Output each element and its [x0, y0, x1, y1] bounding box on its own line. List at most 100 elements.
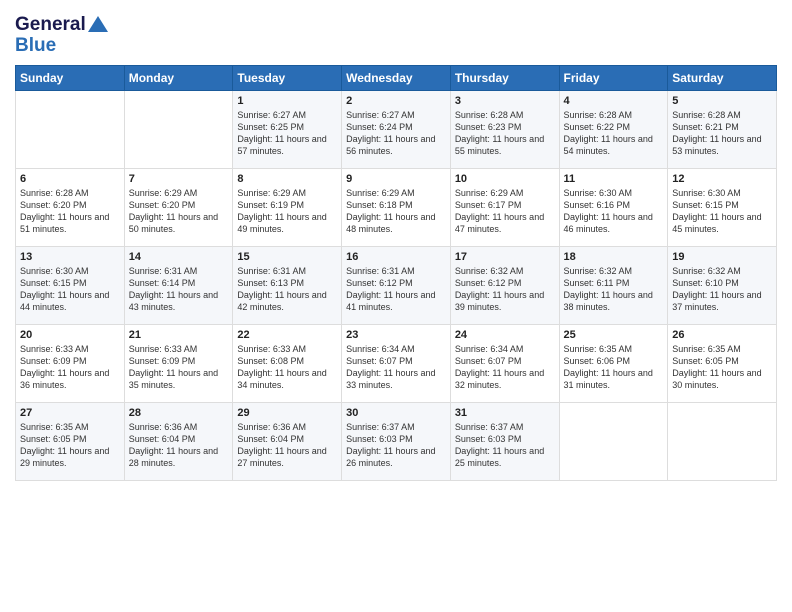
day-number: 19 — [672, 251, 772, 263]
header-day-saturday: Saturday — [668, 65, 777, 90]
header-day-wednesday: Wednesday — [342, 65, 451, 90]
day-number: 10 — [455, 173, 555, 185]
calendar-cell: 19 Sunrise: 6:32 AMSunset: 6:10 PMDayligh… — [668, 246, 777, 324]
day-number: 11 — [564, 173, 664, 185]
header-day-sunday: Sunday — [16, 65, 125, 90]
calendar-cell: 31 Sunrise: 6:37 AMSunset: 6:03 PMDayligh… — [450, 402, 559, 480]
calendar-cell: 29Sunrise: 6:36 AMSunset: 6:04 PMDayligh… — [233, 402, 342, 480]
day-number: 28 — [129, 407, 229, 419]
day-number: 30 — [346, 407, 446, 419]
calendar-cell — [668, 402, 777, 480]
header: General Blue — [15, 10, 777, 57]
calendar-cell: 16 Sunrise: 6:31 AMSunset: 6:12 PMDayligh… — [342, 246, 451, 324]
day-number: 12 — [672, 173, 772, 185]
cell-details: Sunrise: 6:30 AMSunset: 6:15 PMDaylight:… — [672, 187, 772, 236]
cell-details: Sunrise: 6:37 AMSunset: 6:03 PMDaylight:… — [346, 421, 446, 470]
cell-details: Sunrise: 6:28 AMSunset: 6:21 PMDaylight:… — [672, 109, 772, 158]
calendar-cell: 26 Sunrise: 6:35 AMSunset: 6:05 PMDayligh… — [668, 324, 777, 402]
calendar-cell: 30 Sunrise: 6:37 AMSunset: 6:03 PMDayligh… — [342, 402, 451, 480]
cell-details: Sunrise: 6:30 AMSunset: 6:16 PMDaylight:… — [564, 187, 664, 236]
cell-details: Sunrise: 6:33 AMSunset: 6:09 PMDaylight:… — [20, 343, 120, 392]
day-number: 2 — [346, 95, 446, 107]
day-number: 3 — [455, 95, 555, 107]
calendar-cell: 13 Sunrise: 6:30 AMSunset: 6:15 PMDayligh… — [16, 246, 125, 324]
calendar-cell: 3 Sunrise: 6:28 AMSunset: 6:23 PMDaylight… — [450, 90, 559, 168]
calendar-cell: 5Sunrise: 6:28 AMSunset: 6:21 PMDaylight… — [668, 90, 777, 168]
calendar-cell: 4Sunrise: 6:28 AMSunset: 6:22 PMDaylight… — [559, 90, 668, 168]
calendar-cell: 11 Sunrise: 6:30 AMSunset: 6:16 PMDayligh… — [559, 168, 668, 246]
cell-details: Sunrise: 6:32 AMSunset: 6:12 PMDaylight:… — [455, 265, 555, 314]
calendar-cell — [124, 90, 233, 168]
header-day-tuesday: Tuesday — [233, 65, 342, 90]
cell-details: Sunrise: 6:37 AMSunset: 6:03 PMDaylight:… — [455, 421, 555, 470]
calendar-cell: 9Sunrise: 6:29 AMSunset: 6:18 PMDaylight… — [342, 168, 451, 246]
main-container: General Blue SundayMondayTuesdayWednesda… — [0, 0, 792, 491]
logo: General Blue — [15, 10, 108, 57]
calendar-cell: 6Sunrise: 6:28 AMSunset: 6:20 PMDaylight… — [16, 168, 125, 246]
day-number: 16 — [346, 251, 446, 263]
calendar-cell: 28Sunrise: 6:36 AMSunset: 6:04 PMDayligh… — [124, 402, 233, 480]
day-number: 1 — [237, 95, 337, 107]
day-number: 25 — [564, 329, 664, 341]
day-number: 27 — [20, 407, 120, 419]
logo-general: General — [15, 14, 86, 35]
cell-details: Sunrise: 6:34 AMSunset: 6:07 PMDaylight:… — [455, 343, 555, 392]
day-number: 14 — [129, 251, 229, 263]
day-number: 26 — [672, 329, 772, 341]
header-day-friday: Friday — [559, 65, 668, 90]
day-number: 9 — [346, 173, 446, 185]
calendar-table: SundayMondayTuesdayWednesdayThursdayFrid… — [15, 65, 777, 481]
cell-details: Sunrise: 6:34 AMSunset: 6:07 PMDaylight:… — [346, 343, 446, 392]
calendar-cell: 12 Sunrise: 6:30 AMSunset: 6:15 PMDayligh… — [668, 168, 777, 246]
calendar-cell: 1 Sunrise: 6:27 AMSunset: 6:25 PMDaylight… — [233, 90, 342, 168]
calendar-cell: 15Sunrise: 6:31 AMSunset: 6:13 PMDayligh… — [233, 246, 342, 324]
logo-text: General Blue — [15, 15, 108, 57]
day-number: 6 — [20, 173, 120, 185]
calendar-cell — [559, 402, 668, 480]
calendar-cell — [16, 90, 125, 168]
cell-details: Sunrise: 6:31 AMSunset: 6:14 PMDaylight:… — [129, 265, 229, 314]
calendar-cell: 20Sunrise: 6:33 AMSunset: 6:09 PMDayligh… — [16, 324, 125, 402]
cell-details: Sunrise: 6:30 AMSunset: 6:15 PMDaylight:… — [20, 265, 120, 314]
calendar-cell: 14 Sunrise: 6:31 AMSunset: 6:14 PMDayligh… — [124, 246, 233, 324]
day-number: 8 — [237, 173, 337, 185]
calendar-week-1: 6Sunrise: 6:28 AMSunset: 6:20 PMDaylight… — [16, 168, 777, 246]
cell-details: Sunrise: 6:35 AMSunset: 6:05 PMDaylight:… — [20, 421, 120, 470]
cell-details: Sunrise: 6:35 AMSunset: 6:05 PMDaylight:… — [672, 343, 772, 392]
cell-details: Sunrise: 6:32 AMSunset: 6:10 PMDaylight:… — [672, 265, 772, 314]
cell-details: Sunrise: 6:28 AMSunset: 6:22 PMDaylight:… — [564, 109, 664, 158]
calendar-week-4: 27 Sunrise: 6:35 AMSunset: 6:05 PMDayligh… — [16, 402, 777, 480]
cell-details: Sunrise: 6:35 AMSunset: 6:06 PMDaylight:… — [564, 343, 664, 392]
calendar-cell: 10 Sunrise: 6:29 AMSunset: 6:17 PMDayligh… — [450, 168, 559, 246]
calendar-cell: 22 Sunrise: 6:33 AMSunset: 6:08 PMDayligh… — [233, 324, 342, 402]
calendar-cell: 21Sunrise: 6:33 AMSunset: 6:09 PMDayligh… — [124, 324, 233, 402]
day-number: 31 — [455, 407, 555, 419]
calendar-week-0: 1 Sunrise: 6:27 AMSunset: 6:25 PMDaylight… — [16, 90, 777, 168]
calendar-cell: 7 Sunrise: 6:29 AMSunset: 6:20 PMDaylight… — [124, 168, 233, 246]
cell-details: Sunrise: 6:29 AMSunset: 6:20 PMDaylight:… — [129, 187, 229, 236]
cell-details: Sunrise: 6:28 AMSunset: 6:23 PMDaylight:… — [455, 109, 555, 158]
cell-details: Sunrise: 6:29 AMSunset: 6:19 PMDaylight:… — [237, 187, 337, 236]
calendar-cell: 17 Sunrise: 6:32 AMSunset: 6:12 PMDayligh… — [450, 246, 559, 324]
header-day-monday: Monday — [124, 65, 233, 90]
day-number: 13 — [20, 251, 120, 263]
day-number: 22 — [237, 329, 337, 341]
calendar-cell: 18 Sunrise: 6:32 AMSunset: 6:11 PMDayligh… — [559, 246, 668, 324]
day-number: 23 — [346, 329, 446, 341]
cell-details: Sunrise: 6:27 AMSunset: 6:24 PMDaylight:… — [346, 109, 446, 158]
logo-icon — [88, 16, 108, 32]
cell-details: Sunrise: 6:27 AMSunset: 6:25 PMDaylight:… — [237, 109, 337, 158]
cell-details: Sunrise: 6:31 AMSunset: 6:13 PMDaylight:… — [237, 265, 337, 314]
calendar-cell: 2 Sunrise: 6:27 AMSunset: 6:24 PMDaylight… — [342, 90, 451, 168]
cell-details: Sunrise: 6:32 AMSunset: 6:11 PMDaylight:… — [564, 265, 664, 314]
cell-details: Sunrise: 6:31 AMSunset: 6:12 PMDaylight:… — [346, 265, 446, 314]
day-number: 7 — [129, 173, 229, 185]
cell-details: Sunrise: 6:29 AMSunset: 6:17 PMDaylight:… — [455, 187, 555, 236]
cell-details: Sunrise: 6:33 AMSunset: 6:09 PMDaylight:… — [129, 343, 229, 392]
header-day-thursday: Thursday — [450, 65, 559, 90]
day-number: 17 — [455, 251, 555, 263]
calendar-week-2: 13 Sunrise: 6:30 AMSunset: 6:15 PMDayligh… — [16, 246, 777, 324]
day-number: 24 — [455, 329, 555, 341]
day-number: 18 — [564, 251, 664, 263]
cell-details: Sunrise: 6:33 AMSunset: 6:08 PMDaylight:… — [237, 343, 337, 392]
